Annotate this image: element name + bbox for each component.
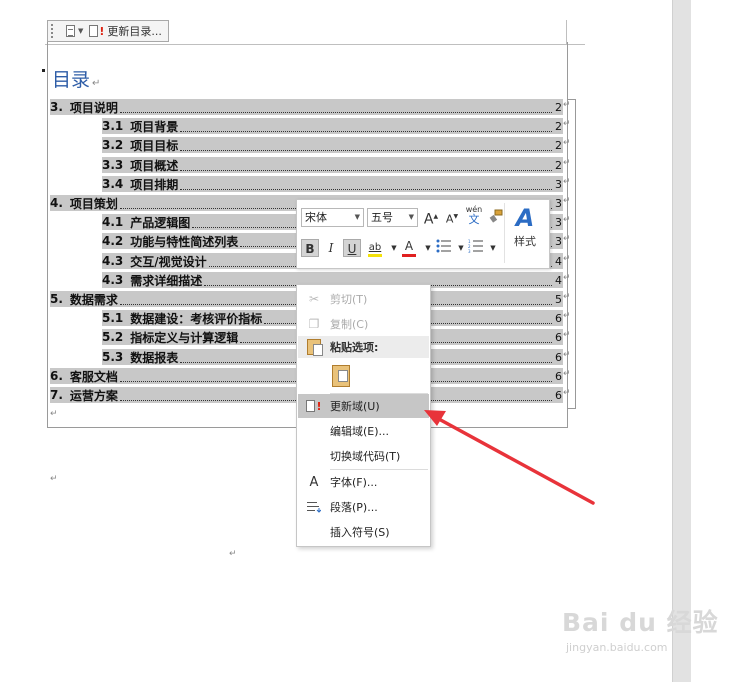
watermark: Bai du 经验 jingyan.baidu.com (562, 603, 719, 654)
arrow-shaft (435, 416, 595, 505)
watermark-url: jingyan.baidu.com (566, 641, 668, 654)
annotation-arrow (424, 410, 595, 505)
arrow-head (424, 410, 446, 426)
watermark-brand: Bai du 经验 (562, 608, 719, 637)
